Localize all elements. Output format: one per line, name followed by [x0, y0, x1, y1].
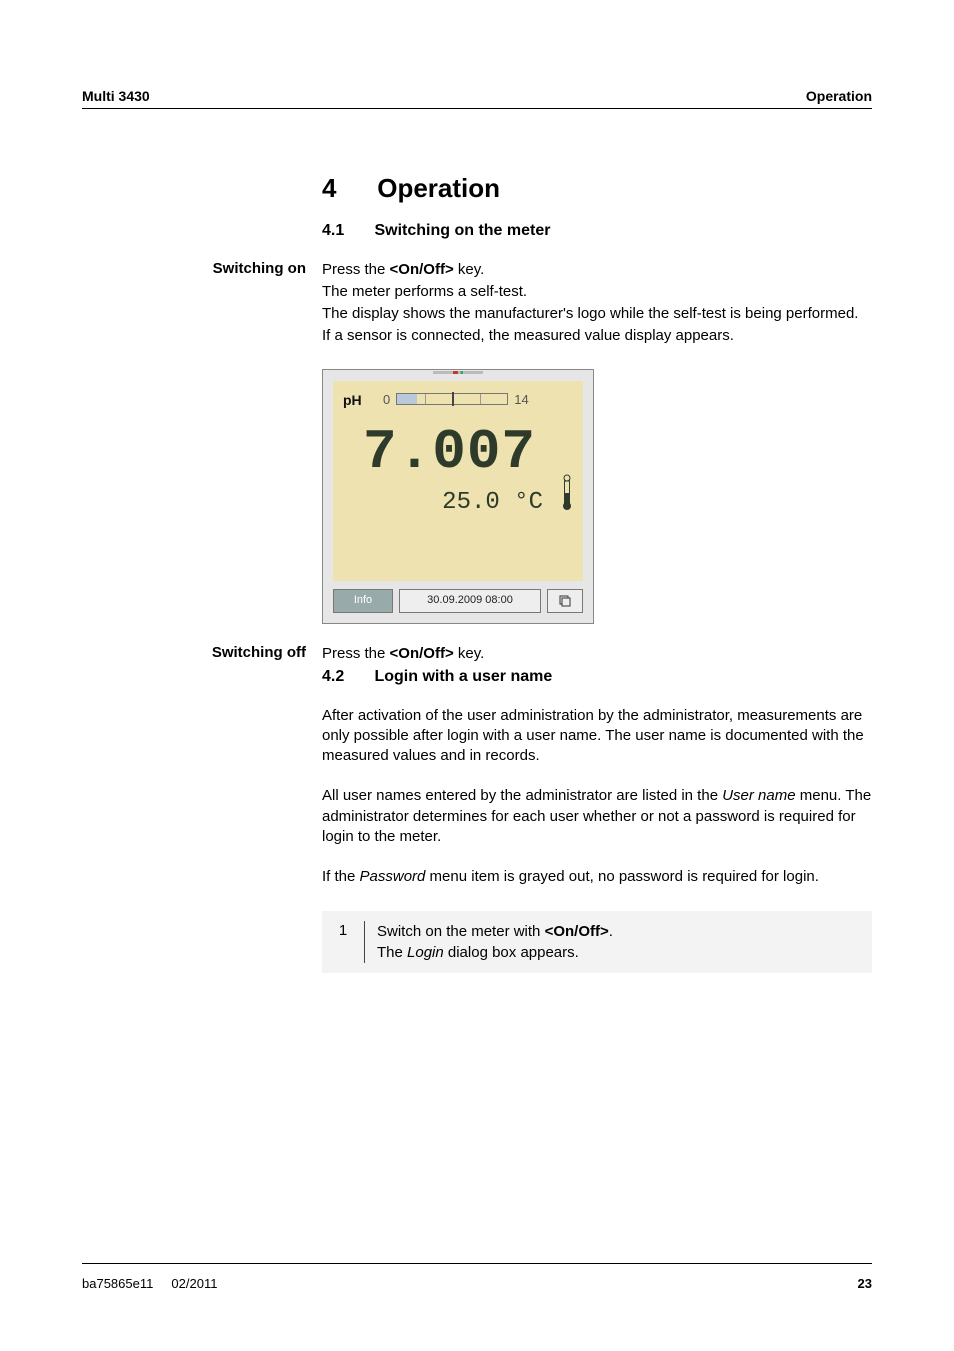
meter-display-illustration: pH 0 14 7.007 25.0 °C — [322, 369, 594, 624]
switching-on-line4: If a sensor is connected, the measured v… — [322, 326, 872, 346]
section-4-2-number: 4.2 — [322, 666, 370, 688]
margin-label-switching-on: Switching on — [82, 260, 322, 644]
ph-scale-max: 14 — [514, 391, 528, 409]
footer-doc-id: ba75865e11 — [82, 1276, 153, 1291]
sensor-icon — [561, 473, 573, 519]
password-menu: Password — [360, 868, 426, 885]
temperature-value: 25.0 °C — [442, 487, 543, 519]
footer-date: 02/2011 — [171, 1276, 217, 1291]
margin-label-switching-off: Switching off — [82, 644, 322, 974]
step-text: Switch on the meter with <On/Off>. The L… — [365, 921, 872, 963]
device-notch — [323, 370, 593, 378]
switching-on-line1: Press the <On/Off> key. — [322, 260, 872, 280]
section-4-2-title: Login with a user name — [374, 668, 552, 685]
status-bar: Info 30.09.2009 08:00 — [333, 589, 583, 613]
measured-value: 7.007 — [363, 415, 536, 491]
info-softkey: Info — [333, 589, 393, 613]
ph-scale-bar — [396, 393, 508, 405]
user-name-menu: User name — [722, 787, 795, 804]
page-number: 23 — [858, 1276, 872, 1291]
running-header: Multi 3430 Operation — [82, 88, 872, 109]
section-4-1-title: Switching on the meter — [374, 222, 550, 239]
on-off-key: <On/Off> — [545, 923, 609, 940]
header-left: Multi 3430 — [82, 88, 150, 104]
login-dialog: Login — [407, 944, 444, 961]
lcd-screen: pH 0 14 7.007 25.0 °C — [333, 381, 583, 581]
section-4-2-heading: 4.2 Login with a user name — [322, 666, 872, 688]
page-footer: ba75865e11 02/2011 23 — [82, 1263, 872, 1291]
measurement-mode-label: pH — [343, 391, 362, 410]
login-paragraph-2: All user names entered by the administra… — [322, 786, 872, 847]
ph-scale-min: 0 — [383, 391, 390, 409]
procedure-step: 1 Switch on the meter with <On/Off>. The… — [322, 911, 872, 973]
switching-on-line2: The meter performs a self-test. — [322, 282, 872, 302]
chapter-title: Operation — [377, 173, 500, 203]
on-off-key: <On/Off> — [390, 645, 454, 662]
switching-on-line3: The display shows the manufacturer's log… — [322, 304, 872, 324]
login-paragraph-3: If the Password menu item is grayed out,… — [322, 867, 872, 887]
section-4-1-heading: 4.1 Switching on the meter — [322, 220, 872, 242]
login-paragraph-1: After activation of the user administrat… — [322, 706, 872, 767]
ph-scale: 0 14 — [383, 391, 529, 409]
chapter-number: 4 — [322, 171, 370, 206]
datetime-display: 30.09.2009 08:00 — [399, 589, 541, 613]
header-right: Operation — [806, 88, 872, 104]
copy-icon — [547, 589, 583, 613]
chapter-heading: 4 Operation — [322, 171, 872, 206]
on-off-key: <On/Off> — [390, 261, 454, 278]
section-4-1-number: 4.1 — [322, 220, 370, 242]
step-number: 1 — [322, 921, 365, 963]
switching-off-text: Press the <On/Off> key. — [322, 644, 872, 664]
